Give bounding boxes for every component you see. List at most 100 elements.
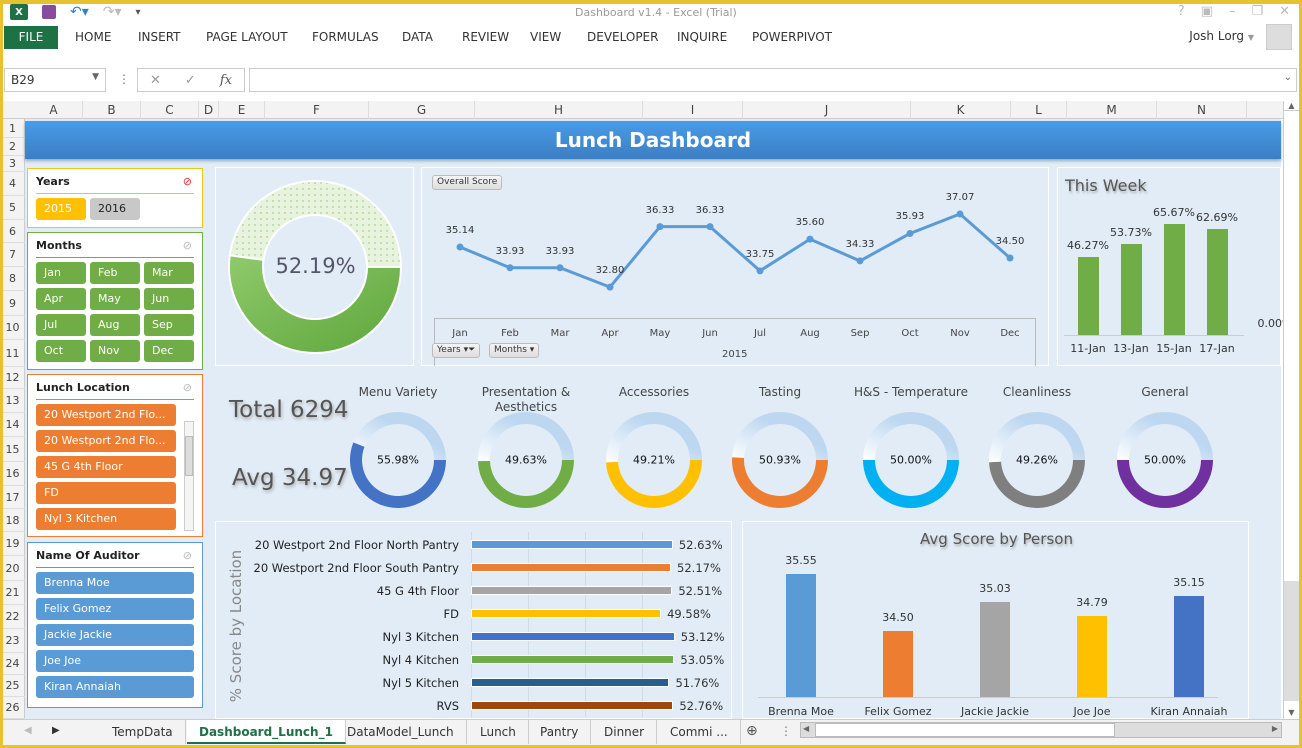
row-header[interactable]: 9 [0, 291, 25, 316]
slicer-item-auditor[interactable]: Felix Gomez [36, 598, 194, 620]
close-icon[interactable]: ✕ [1279, 4, 1290, 19]
slicer-item-2015[interactable]: 2015 [36, 198, 86, 220]
slicer-item-month[interactable]: Apr [36, 288, 86, 310]
slicer-item-location[interactable]: 45 G 4th Floor [36, 456, 176, 478]
enter-icon[interactable]: ✓ [185, 73, 196, 88]
undo-icon[interactable]: ↶▾ [70, 4, 89, 20]
slicer-item-2016[interactable]: 2016 [90, 198, 140, 220]
column-header[interactable]: L [1011, 101, 1067, 119]
sheet-tab[interactable]: Commi ... [658, 720, 741, 744]
slicer-item-month[interactable]: Jul [36, 314, 86, 336]
row-header[interactable]: 4 [0, 172, 25, 196]
slicer-item-auditor[interactable]: Jackie Jackie [36, 624, 194, 646]
column-header[interactable]: I [643, 101, 743, 119]
tab-view[interactable]: VIEW [520, 26, 571, 49]
redo-icon[interactable]: ↷▾ [103, 4, 122, 20]
row-header[interactable]: 18 [0, 509, 25, 532]
column-header[interactable]: K [911, 101, 1011, 119]
column-header[interactable]: B [83, 101, 141, 119]
slicer-item-location[interactable]: 20 Westport 2nd Flo... [36, 430, 176, 452]
row-header[interactable]: 3 [0, 156, 25, 172]
tab-page-layout[interactable]: PAGE LAYOUT [196, 26, 298, 49]
clear-filter-icon[interactable]: ⊘ [183, 549, 192, 562]
row-header[interactable]: 7 [0, 243, 25, 267]
row-header[interactable]: 26 [0, 697, 25, 719]
slicer-item-auditor[interactable]: Kiran Annaiah [36, 676, 194, 698]
row-header[interactable]: 10 [0, 316, 25, 340]
column-header[interactable]: M [1067, 101, 1157, 119]
sheet-tab[interactable]: DataModel_Lunch [335, 720, 467, 744]
save-icon[interactable] [42, 5, 56, 19]
scroll-right-icon[interactable]: ▶ [1272, 724, 1278, 733]
scrollbar-thumb[interactable] [815, 723, 1115, 737]
vertical-scrollbar[interactable]: ▲ ▼ [1283, 101, 1299, 719]
row-header[interactable]: 12 [0, 367, 25, 389]
clear-filter-icon[interactable]: ⊘ [183, 381, 192, 394]
column-header[interactable]: N [1157, 101, 1247, 119]
years-field-button[interactable]: Years ▾⏷ [432, 343, 481, 358]
column-header[interactable]: D [199, 101, 219, 119]
row-header[interactable]: 24 [0, 653, 25, 675]
sheet-tab[interactable]: Dinner [592, 720, 658, 744]
name-box[interactable]: B29 ▼ [4, 68, 106, 92]
prev-sheet-icon[interactable]: ◀ [24, 725, 32, 736]
scroll-left-icon[interactable]: ◀ [803, 724, 809, 733]
sheet-tab[interactable]: Dashboard_Lunch_1 [187, 720, 346, 744]
more-icon[interactable]: ⋮ [118, 72, 130, 86]
tab-data[interactable]: DATA [392, 26, 443, 49]
clear-filter-icon[interactable]: ⊘ [183, 239, 192, 252]
months-field-button[interactable]: Months ▾ [489, 343, 540, 358]
scrollbar-thumb[interactable] [185, 436, 193, 476]
row-header[interactable]: 25 [0, 675, 25, 697]
slicer-item-month[interactable]: May [90, 288, 140, 310]
sheet-tab[interactable]: TempData [100, 720, 186, 744]
slicer-item-month[interactable]: Nov [90, 340, 140, 362]
slicer-item-month[interactable]: Jan [36, 262, 86, 284]
avatar[interactable] [1266, 24, 1292, 50]
row-header[interactable]: 2 [0, 138, 25, 156]
customize-qat-icon[interactable]: ▾ [136, 7, 141, 18]
slicer-item-month[interactable]: Jun [144, 288, 194, 310]
add-sheet-icon[interactable]: ⊕ [746, 723, 758, 739]
slicer-item-location[interactable]: 20 Westport 2nd Flo... [36, 404, 176, 426]
row-header[interactable]: 21 [0, 581, 25, 605]
row-header[interactable]: 16 [0, 462, 25, 486]
tab-file[interactable]: FILE [4, 26, 58, 49]
column-header[interactable]: C [141, 101, 199, 119]
slicer-scrollbar[interactable] [184, 421, 194, 531]
slicer-item-month[interactable]: Dec [144, 340, 194, 362]
tab-developer[interactable]: DEVELOPER [577, 26, 668, 49]
sheet-tab[interactable]: Pantry [528, 720, 592, 744]
row-header[interactable]: 22 [0, 605, 25, 629]
insert-function-icon[interactable]: fx [220, 73, 232, 88]
row-header[interactable]: 15 [0, 437, 25, 462]
expand-formula-icon[interactable]: ⌄ [1284, 72, 1292, 83]
row-header[interactable]: 5 [0, 196, 25, 220]
slicer-item-auditor[interactable]: Joe Joe [36, 650, 194, 672]
row-header[interactable]: 8 [0, 267, 25, 291]
slicer-item-auditor[interactable]: Brenna Moe [36, 572, 194, 594]
cancel-icon[interactable]: ✕ [150, 73, 161, 88]
minimize-icon[interactable]: – [1229, 4, 1236, 19]
tab-home[interactable]: HOME [65, 26, 121, 49]
formula-input[interactable]: ⌄ [249, 68, 1297, 92]
clear-filter-icon[interactable]: ⊘ [183, 175, 192, 188]
slicer-item-month[interactable]: Mar [144, 262, 194, 284]
row-header[interactable]: 1 [0, 119, 25, 138]
row-header[interactable]: 17 [0, 486, 25, 509]
tab-formulas[interactable]: FORMULAS [302, 26, 389, 49]
more-icon[interactable]: ⋮ [780, 724, 792, 738]
row-header[interactable]: 6 [0, 220, 25, 243]
column-header[interactable]: F [265, 101, 369, 119]
row-header[interactable]: 23 [0, 629, 25, 653]
ribbon-display-icon[interactable]: ▣ [1201, 4, 1213, 19]
slicer-item-location[interactable]: Nyl 3 Kitchen [36, 508, 176, 530]
column-header[interactable]: G [369, 101, 475, 119]
tab-powerpivot[interactable]: POWERPIVOT [742, 26, 842, 49]
row-header[interactable]: 20 [0, 556, 25, 581]
next-sheet-icon[interactable]: ▶ [52, 725, 60, 736]
horizontal-scrollbar[interactable]: ◀ ▶ [800, 722, 1282, 738]
column-header[interactable]: E [219, 101, 265, 119]
slicer-item-month[interactable]: Oct [36, 340, 86, 362]
tab-inquire[interactable]: INQUIRE [667, 26, 737, 49]
